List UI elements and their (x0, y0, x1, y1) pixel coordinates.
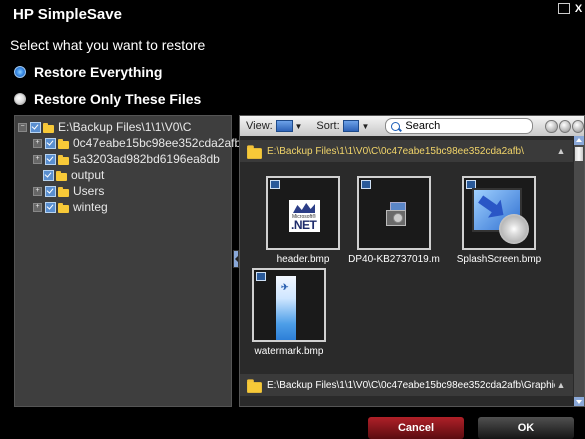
checkbox-icon[interactable] (361, 180, 371, 189)
restore-only-these-files-option[interactable]: Restore Only These Files (14, 91, 201, 107)
file-name: watermark.bmp (254, 346, 324, 357)
file-name: DP40-KB2737019.m (348, 254, 440, 265)
restore-everything-option[interactable]: Restore Everything (14, 64, 162, 80)
file-name: header.bmp (276, 254, 330, 265)
checkbox-icon[interactable] (45, 137, 56, 149)
tree-item[interactable]: + Users (33, 184, 104, 198)
title-bar: HP SimpleSave X (0, 0, 585, 30)
file-thumbnail: Microsoft® .NET (266, 176, 340, 250)
vertical-scrollbar[interactable] (574, 136, 584, 406)
folder-icon (247, 144, 262, 159)
splash-disc-icon (499, 214, 529, 244)
expand-icon[interactable]: + (33, 154, 42, 164)
folder-tree-panel[interactable]: − E:\Backup Files\1\1\V0\C + 0c47eabe15b… (14, 115, 241, 407)
checkbox-icon[interactable] (43, 169, 54, 181)
tree-root-label: E:\Backup Files\1\1\V0\C (58, 120, 192, 134)
scroll-up-icon[interactable] (574, 136, 584, 145)
tree-root[interactable]: − E:\Backup Files\1\1\V0\C (18, 120, 191, 134)
tree-item-label: 5a3203ad982bd6196ea8db (73, 152, 220, 166)
restore-prompt: Select what you want to restore (10, 37, 206, 53)
window-controls: X (558, 3, 585, 16)
tree-item-label: 0c47eabe15bc98ee352cda2afb (73, 136, 242, 150)
view-mode-icon[interactable] (275, 120, 293, 132)
current-path: E:\Backup Files\1\1\V0\C\0c47eabe15bc98e… (267, 145, 524, 157)
file-item[interactable]: ✈ watermark.bmp (252, 268, 326, 362)
file-item[interactable]: Microsoft® .NET header.bmp (266, 176, 340, 270)
current-folder-header[interactable]: E:\Backup Files\1\1\V0\C\0c47eabe15bc98e… (240, 140, 573, 162)
search-input[interactable]: Search (385, 118, 534, 134)
restore-everything-label: Restore Everything (34, 64, 163, 80)
tree-item[interactable]: + winteg (33, 200, 108, 214)
tree-item-label: winteg (73, 200, 108, 214)
sort-label: Sort: (316, 120, 340, 132)
file-item[interactable]: DP40-KB2737019.m (348, 176, 440, 270)
checkbox-icon[interactable] (45, 153, 56, 165)
restore-only-files-label: Restore Only These Files (34, 91, 202, 107)
tree-item[interactable]: + 0c47eabe15bc98ee352cda2afb (33, 136, 241, 150)
checkbox-icon[interactable] (45, 185, 56, 197)
dotnet-logo-icon: Microsoft® .NET (289, 200, 320, 232)
window-title: HP SimpleSave (13, 6, 122, 23)
sort-dropdown-icon[interactable]: ▼ (361, 122, 369, 131)
file-name: SplashScreen.bmp (456, 254, 542, 265)
checkbox-icon[interactable] (256, 272, 266, 281)
scroll-down-icon[interactable] (574, 397, 584, 406)
file-thumbnail (462, 176, 536, 250)
tree-item-label: Users (73, 184, 105, 198)
search-icon (391, 121, 401, 131)
view-label: View: (246, 120, 273, 132)
checkbox-icon[interactable] (45, 201, 56, 213)
watermark-logo-icon: ✈ (281, 282, 289, 292)
ok-button[interactable]: OK (478, 417, 574, 439)
back-icon[interactable] (545, 119, 558, 133)
file-thumbnail: ✈ (252, 268, 326, 342)
tree-item[interactable]: output (43, 168, 104, 182)
folder-icon (247, 378, 262, 393)
file-browser-panel[interactable]: View: ▼ Sort: ▼ Search E:\Backup Files\1… (239, 115, 585, 407)
file-thumbnail (357, 176, 431, 250)
collapse-icon[interactable]: − (18, 122, 27, 132)
graphics-path: E:\Backup Files\1\1\V0\C\0c47eabe15bc98e… (267, 379, 555, 391)
browser-toolbar: View: ▼ Sort: ▼ Search (240, 116, 584, 136)
folder-icon (58, 202, 69, 213)
view-dropdown-icon[interactable]: ▼ (295, 122, 303, 131)
tree-item-label: output (71, 168, 105, 182)
tree-item[interactable]: + 5a3203ad982bd6196ea8db (33, 152, 220, 166)
search-placeholder: Search (405, 120, 441, 132)
radio-unselected-icon[interactable] (14, 93, 26, 105)
radio-selected-icon[interactable] (14, 66, 26, 78)
collapse-up-icon[interactable]: ▲ (555, 146, 567, 156)
folder-icon (58, 138, 69, 149)
close-icon[interactable]: X (572, 3, 585, 16)
expand-icon[interactable]: + (33, 138, 42, 148)
folder-icon (56, 170, 67, 181)
expand-icon[interactable]: + (33, 202, 42, 212)
expand-icon[interactable]: + (33, 186, 42, 196)
folder-icon (58, 186, 69, 197)
clear-icon[interactable] (571, 119, 584, 133)
checkbox-icon[interactable] (30, 121, 41, 133)
maximize-icon[interactable] (558, 3, 570, 14)
file-item[interactable]: SplashScreen.bmp (457, 176, 541, 270)
forward-icon[interactable] (558, 119, 571, 133)
folder-icon (58, 154, 69, 165)
cancel-button[interactable]: Cancel (368, 417, 464, 439)
scroll-thumb[interactable] (575, 147, 583, 161)
installer-package-icon (386, 202, 406, 226)
folder-icon (43, 122, 54, 133)
collapse-up-icon[interactable]: ▲ (555, 380, 567, 390)
graphics-folder-header[interactable]: E:\Backup Files\1\1\V0\C\0c47eabe15bc98e… (240, 374, 573, 396)
sort-mode-icon[interactable] (342, 120, 360, 132)
checkbox-icon[interactable] (270, 180, 280, 189)
